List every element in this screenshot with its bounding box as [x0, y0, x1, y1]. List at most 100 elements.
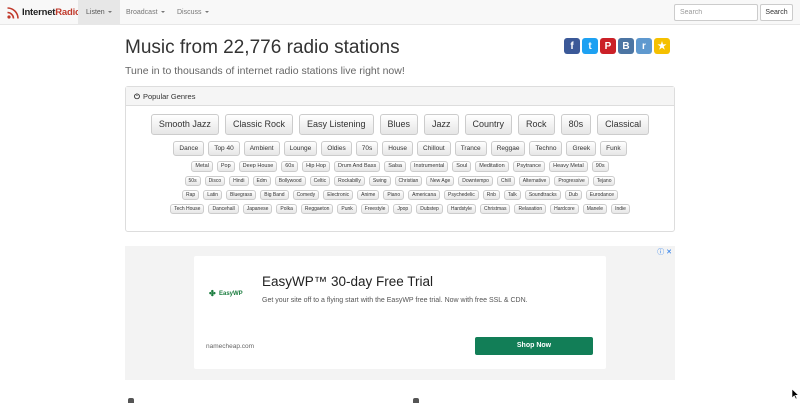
genre-button[interactable]: Rap: [182, 190, 200, 200]
genre-button[interactable]: Dancehall: [208, 204, 239, 214]
ad-card[interactable]: ✤ EasyWP EasyWP™ 30-day Free Trial Get y…: [194, 256, 606, 369]
genre-button[interactable]: Hindi: [229, 176, 249, 186]
genre-button[interactable]: Hardstyle: [446, 204, 476, 214]
genre-button[interactable]: Manele: [582, 204, 608, 214]
genre-button[interactable]: Anime: [357, 190, 380, 200]
genre-button[interactable]: Techno: [529, 141, 563, 156]
genre-button[interactable]: Meditation: [475, 161, 509, 172]
genre-button[interactable]: Easy Listening: [298, 114, 374, 135]
genre-button[interactable]: Alternative: [518, 176, 551, 186]
genre-button[interactable]: 80s: [560, 114, 592, 135]
genre-button[interactable]: Tejano: [592, 176, 616, 186]
genre-button[interactable]: Dance: [173, 141, 205, 156]
genre-button[interactable]: Greek: [566, 141, 597, 156]
genre-button[interactable]: Hardcore: [550, 204, 579, 214]
genre-button[interactable]: Chill: [496, 176, 515, 186]
genre-button[interactable]: Soundtracks: [524, 190, 561, 200]
ad-title[interactable]: EasyWP™ 30-day Free Trial: [262, 274, 433, 289]
genre-button[interactable]: Heavy Metal: [549, 161, 588, 172]
ad-choices-icon[interactable]: ⓘ ✕: [657, 247, 672, 257]
genre-row: Smooth Jazz Classic Rock Easy Listening Blu…: [126, 114, 674, 135]
genre-button[interactable]: Rnb: [482, 190, 500, 200]
genre-button[interactable]: Jazz: [424, 114, 459, 135]
pinterest-icon[interactable]: P: [600, 38, 616, 54]
genre-button[interactable]: Dubstep: [416, 204, 443, 214]
genre-button[interactable]: House: [382, 141, 413, 156]
genre-button[interactable]: Blues: [379, 114, 419, 135]
genre-button[interactable]: Drum And Bass: [334, 161, 381, 172]
popular-genres-panel: ⏻ Popular Genres Smooth Jazz Classic Rock E…: [125, 86, 675, 232]
genre-button[interactable]: Bollywood: [274, 176, 306, 186]
genre-button[interactable]: Rockabilly: [334, 176, 365, 186]
shop-now-button[interactable]: Shop Now: [475, 337, 593, 355]
genre-button[interactable]: Oldies: [321, 141, 352, 156]
genre-button[interactable]: Freestyle: [360, 204, 390, 214]
genre-button[interactable]: Christmas: [479, 204, 511, 214]
genre-button[interactable]: Salsa: [384, 161, 406, 172]
genre-button[interactable]: Classic Rock: [224, 114, 293, 135]
genre-button[interactable]: Reggae: [490, 141, 526, 156]
genre-button[interactable]: Tech House: [170, 204, 205, 214]
genre-button[interactable]: Edm: [252, 176, 271, 186]
genre-button[interactable]: Rock: [518, 114, 555, 135]
genre-button[interactable]: Smooth Jazz: [150, 114, 219, 135]
genre-button[interactable]: Pop: [216, 161, 235, 172]
search-button[interactable]: Search: [760, 4, 793, 21]
reddit-icon[interactable]: r: [636, 38, 652, 54]
nav-discuss[interactable]: Discuss: [169, 0, 217, 25]
genre-button[interactable]: Funk: [600, 141, 627, 156]
genre-button[interactable]: Reggaeton: [300, 204, 334, 214]
genre-button[interactable]: Instrumental: [409, 161, 449, 172]
genre-button[interactable]: Dub: [564, 190, 582, 200]
genre-button[interactable]: Progressive: [554, 176, 589, 186]
genre-button[interactable]: Eurodance: [585, 190, 618, 200]
genre-button[interactable]: Electronic: [323, 190, 354, 200]
genre-button[interactable]: 90s: [591, 161, 609, 172]
facebook-icon[interactable]: f: [564, 38, 580, 54]
genre-button[interactable]: Big Band: [260, 190, 289, 200]
favorite-star-icon[interactable]: ★: [654, 38, 670, 54]
site-logo[interactable]: InternetRadio: [6, 5, 81, 20]
genre-button[interactable]: Lounge: [283, 141, 318, 156]
genre-button[interactable]: Swing: [368, 176, 391, 186]
genre-button[interactable]: Americana: [408, 190, 441, 200]
genre-button[interactable]: Christian: [394, 176, 423, 186]
genre-button[interactable]: Hip Hop: [302, 161, 330, 172]
genre-button[interactable]: 70s: [355, 141, 379, 156]
genre-button[interactable]: Disco: [204, 176, 226, 186]
genre-button[interactable]: Country: [464, 114, 513, 135]
genre-button[interactable]: Celtic: [309, 176, 331, 186]
genre-button[interactable]: Piano: [383, 190, 405, 200]
search-input[interactable]: [674, 4, 758, 21]
genre-button[interactable]: Chillout: [417, 141, 451, 156]
genre-button[interactable]: Deep House: [238, 161, 278, 172]
vk-icon[interactable]: В: [618, 38, 634, 54]
genre-button[interactable]: Classical: [597, 114, 650, 135]
genre-button[interactable]: Japanese: [242, 204, 273, 214]
genre-button[interactable]: Bluegrass: [226, 190, 257, 200]
genre-button[interactable]: Comedy: [292, 190, 320, 200]
genre-button[interactable]: Relaxation: [514, 204, 547, 214]
genre-button[interactable]: Talk: [503, 190, 521, 200]
genre-button[interactable]: Top 40: [208, 141, 240, 156]
nav-broadcast[interactable]: Broadcast: [118, 0, 173, 25]
genre-button[interactable]: Psytrance: [512, 161, 546, 172]
genre-button[interactable]: Trance: [454, 141, 487, 156]
genre-button[interactable]: 50s: [184, 176, 201, 186]
genre-button[interactable]: Metal: [191, 161, 213, 172]
genre-button[interactable]: Punk: [337, 204, 357, 214]
nav-listen[interactable]: Listen: [78, 0, 120, 25]
genre-button[interactable]: Latin: [203, 190, 223, 200]
section-icon: [413, 398, 419, 403]
genre-button[interactable]: Jpop: [393, 204, 413, 214]
genre-button[interactable]: Indie: [611, 204, 630, 214]
genre-button[interactable]: Soul: [452, 161, 472, 172]
genre-button[interactable]: Downtempo: [458, 176, 493, 186]
genre-button[interactable]: Ambient: [243, 141, 280, 156]
genre-button[interactable]: Psychedelic: [444, 190, 479, 200]
genre-button[interactable]: New Age: [426, 176, 455, 186]
easywp-logo-icon: ✤: [209, 289, 216, 298]
genre-button[interactable]: Polka: [276, 204, 297, 214]
twitter-icon[interactable]: t: [582, 38, 598, 54]
genre-button[interactable]: 60s: [281, 161, 299, 172]
